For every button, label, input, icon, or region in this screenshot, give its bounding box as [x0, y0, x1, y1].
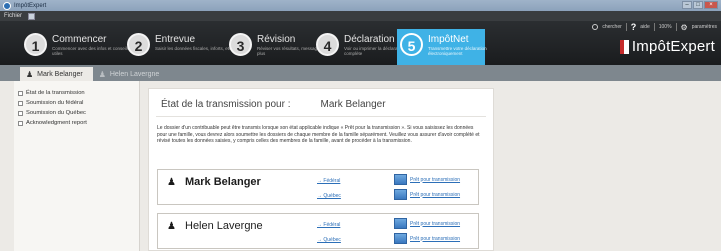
app-icon	[3, 1, 11, 10]
person-icon: ♟	[167, 221, 176, 232]
person-icon: ♟	[98, 70, 106, 79]
step-impotnet[interactable]: 5 ImpôtNet Transmettre votre déclaration…	[397, 29, 487, 65]
transmission-icon	[394, 218, 407, 229]
taxpayer-card: ♟ Helen Lavergne → Fédéral → Québec Prêt…	[157, 213, 479, 249]
divider	[653, 23, 655, 31]
divider	[156, 116, 486, 117]
settings-label[interactable]: paramètres	[692, 24, 717, 30]
step-subtitle: Saisir les données fiscales, inforts, et…	[155, 46, 233, 51]
step-number: 3	[229, 33, 252, 56]
taxpayer-card: ♟ Mark Belanger → Fédéral → Québec Prêt …	[157, 169, 479, 205]
sidebar-item-federal[interactable]: Soumission du fédéral	[14, 98, 139, 108]
help-icon[interactable]: ?	[631, 22, 637, 32]
federal-status[interactable]: Prêt pour transmission	[394, 218, 460, 229]
checkbox-icon	[18, 110, 23, 116]
tab-label: Helen Lavergne	[109, 71, 160, 78]
step-number: 2	[127, 33, 150, 56]
page-person: Mark Belanger	[320, 99, 386, 110]
sidebar-item-label: État de la transmission	[26, 90, 85, 96]
person-icon: ♟	[167, 177, 176, 188]
status-label: Prêt pour transmission	[410, 220, 461, 227]
person-tabs: ♟ Mark Belanger ♟ Helen Lavergne	[0, 65, 721, 81]
sidebar: État de la transmission Soumission du fé…	[14, 81, 140, 251]
tab-mark-belanger[interactable]: ♟ Mark Belanger	[20, 67, 93, 81]
checkbox-icon	[18, 100, 23, 106]
brand-name: ImpôtExpert	[631, 38, 715, 55]
checkbox-icon	[18, 90, 23, 96]
zoom-level[interactable]: 100%	[659, 24, 672, 30]
search-icon[interactable]	[592, 24, 599, 30]
sidebar-item-label: Soumission du fédéral	[26, 100, 84, 106]
menu-file[interactable]: Fichier	[0, 13, 26, 19]
step-number: 4	[316, 33, 339, 56]
divider	[675, 23, 677, 31]
tab-helen-lavergne[interactable]: ♟ Helen Lavergne	[93, 68, 170, 81]
save-icon[interactable]	[28, 12, 36, 20]
maximize-button[interactable]: □	[693, 1, 703, 9]
help-label[interactable]: aide	[640, 24, 649, 30]
quebec-status[interactable]: Prêt pour transmission	[394, 189, 460, 200]
status-label: Prêt pour transmission	[410, 176, 461, 183]
minimize-button[interactable]: –	[682, 1, 692, 9]
window-title: ImpôtExpert	[14, 2, 47, 9]
taxpayer-name: Mark Belanger	[185, 176, 261, 188]
page-header: État de la transmission pour : Mark Bela…	[161, 99, 386, 110]
title-bar: ImpôtExpert – □ ×	[0, 0, 721, 11]
step-title: Commencer	[52, 34, 107, 45]
sidebar-item-label: Acknowledgment report	[26, 120, 87, 126]
gear-icon[interactable]: ⚙	[681, 23, 688, 32]
federal-status[interactable]: Prêt pour transmission	[394, 174, 460, 185]
status-label: Prêt pour transmission	[410, 235, 461, 242]
status-label: Prêt pour transmission	[410, 191, 461, 198]
step-number: 5	[400, 33, 423, 56]
sidebar-item-etat[interactable]: État de la transmission	[14, 88, 139, 98]
federal-link[interactable]: → Fédéral	[317, 178, 340, 184]
transmission-icon	[394, 233, 407, 244]
step-title: Entrevue	[155, 34, 196, 45]
page-title: État de la transmission pour :	[161, 99, 291, 110]
step-commencer[interactable]: 1 Commencer Commencer avec des infos et …	[24, 33, 130, 63]
flag-icon	[619, 39, 629, 54]
transmission-icon	[394, 189, 407, 200]
federal-link[interactable]: → Fédéral	[317, 222, 340, 228]
close-button[interactable]: ×	[704, 1, 718, 9]
main-panel: État de la transmission pour : Mark Bela…	[148, 88, 494, 251]
person-icon: ♟	[26, 69, 34, 79]
tab-label: Mark Belanger	[37, 70, 83, 78]
quebec-status[interactable]: Prêt pour transmission	[394, 233, 460, 244]
brand-logo: ImpôtExpert	[619, 38, 715, 55]
step-number: 1	[24, 33, 47, 56]
window-controls: – □ ×	[682, 1, 718, 9]
taxpayer-name: Helen Lavergne	[185, 220, 263, 232]
sidebar-item-label: Soumission du Québec	[26, 110, 86, 116]
search-label[interactable]: chercher	[602, 24, 621, 30]
step-title: ImpôtNet	[428, 34, 469, 45]
step-entrevue[interactable]: 2 Entrevue Saisir les données fiscales, …	[127, 33, 233, 63]
sidebar-item-acknowledgment[interactable]: Acknowledgment report	[14, 118, 139, 128]
sidebar-item-quebec[interactable]: Soumission du Québec	[14, 108, 139, 118]
step-subtitle: Transmettre votre déclaration électroniq…	[428, 46, 487, 56]
quebec-link[interactable]: → Québec	[317, 237, 341, 243]
transmission-icon	[394, 174, 407, 185]
checkbox-icon	[18, 120, 23, 126]
menu-bar: Fichier	[0, 11, 721, 21]
step-subtitle: Commencer avec des infos et conseils uti…	[52, 46, 130, 56]
intro-text: Le dossier d'un contribuable peut être t…	[157, 125, 480, 145]
quebec-link[interactable]: → Québec	[317, 193, 341, 199]
top-tools: chercher ? aide 100% ⚙ paramètres	[592, 22, 717, 32]
divider	[625, 23, 627, 31]
